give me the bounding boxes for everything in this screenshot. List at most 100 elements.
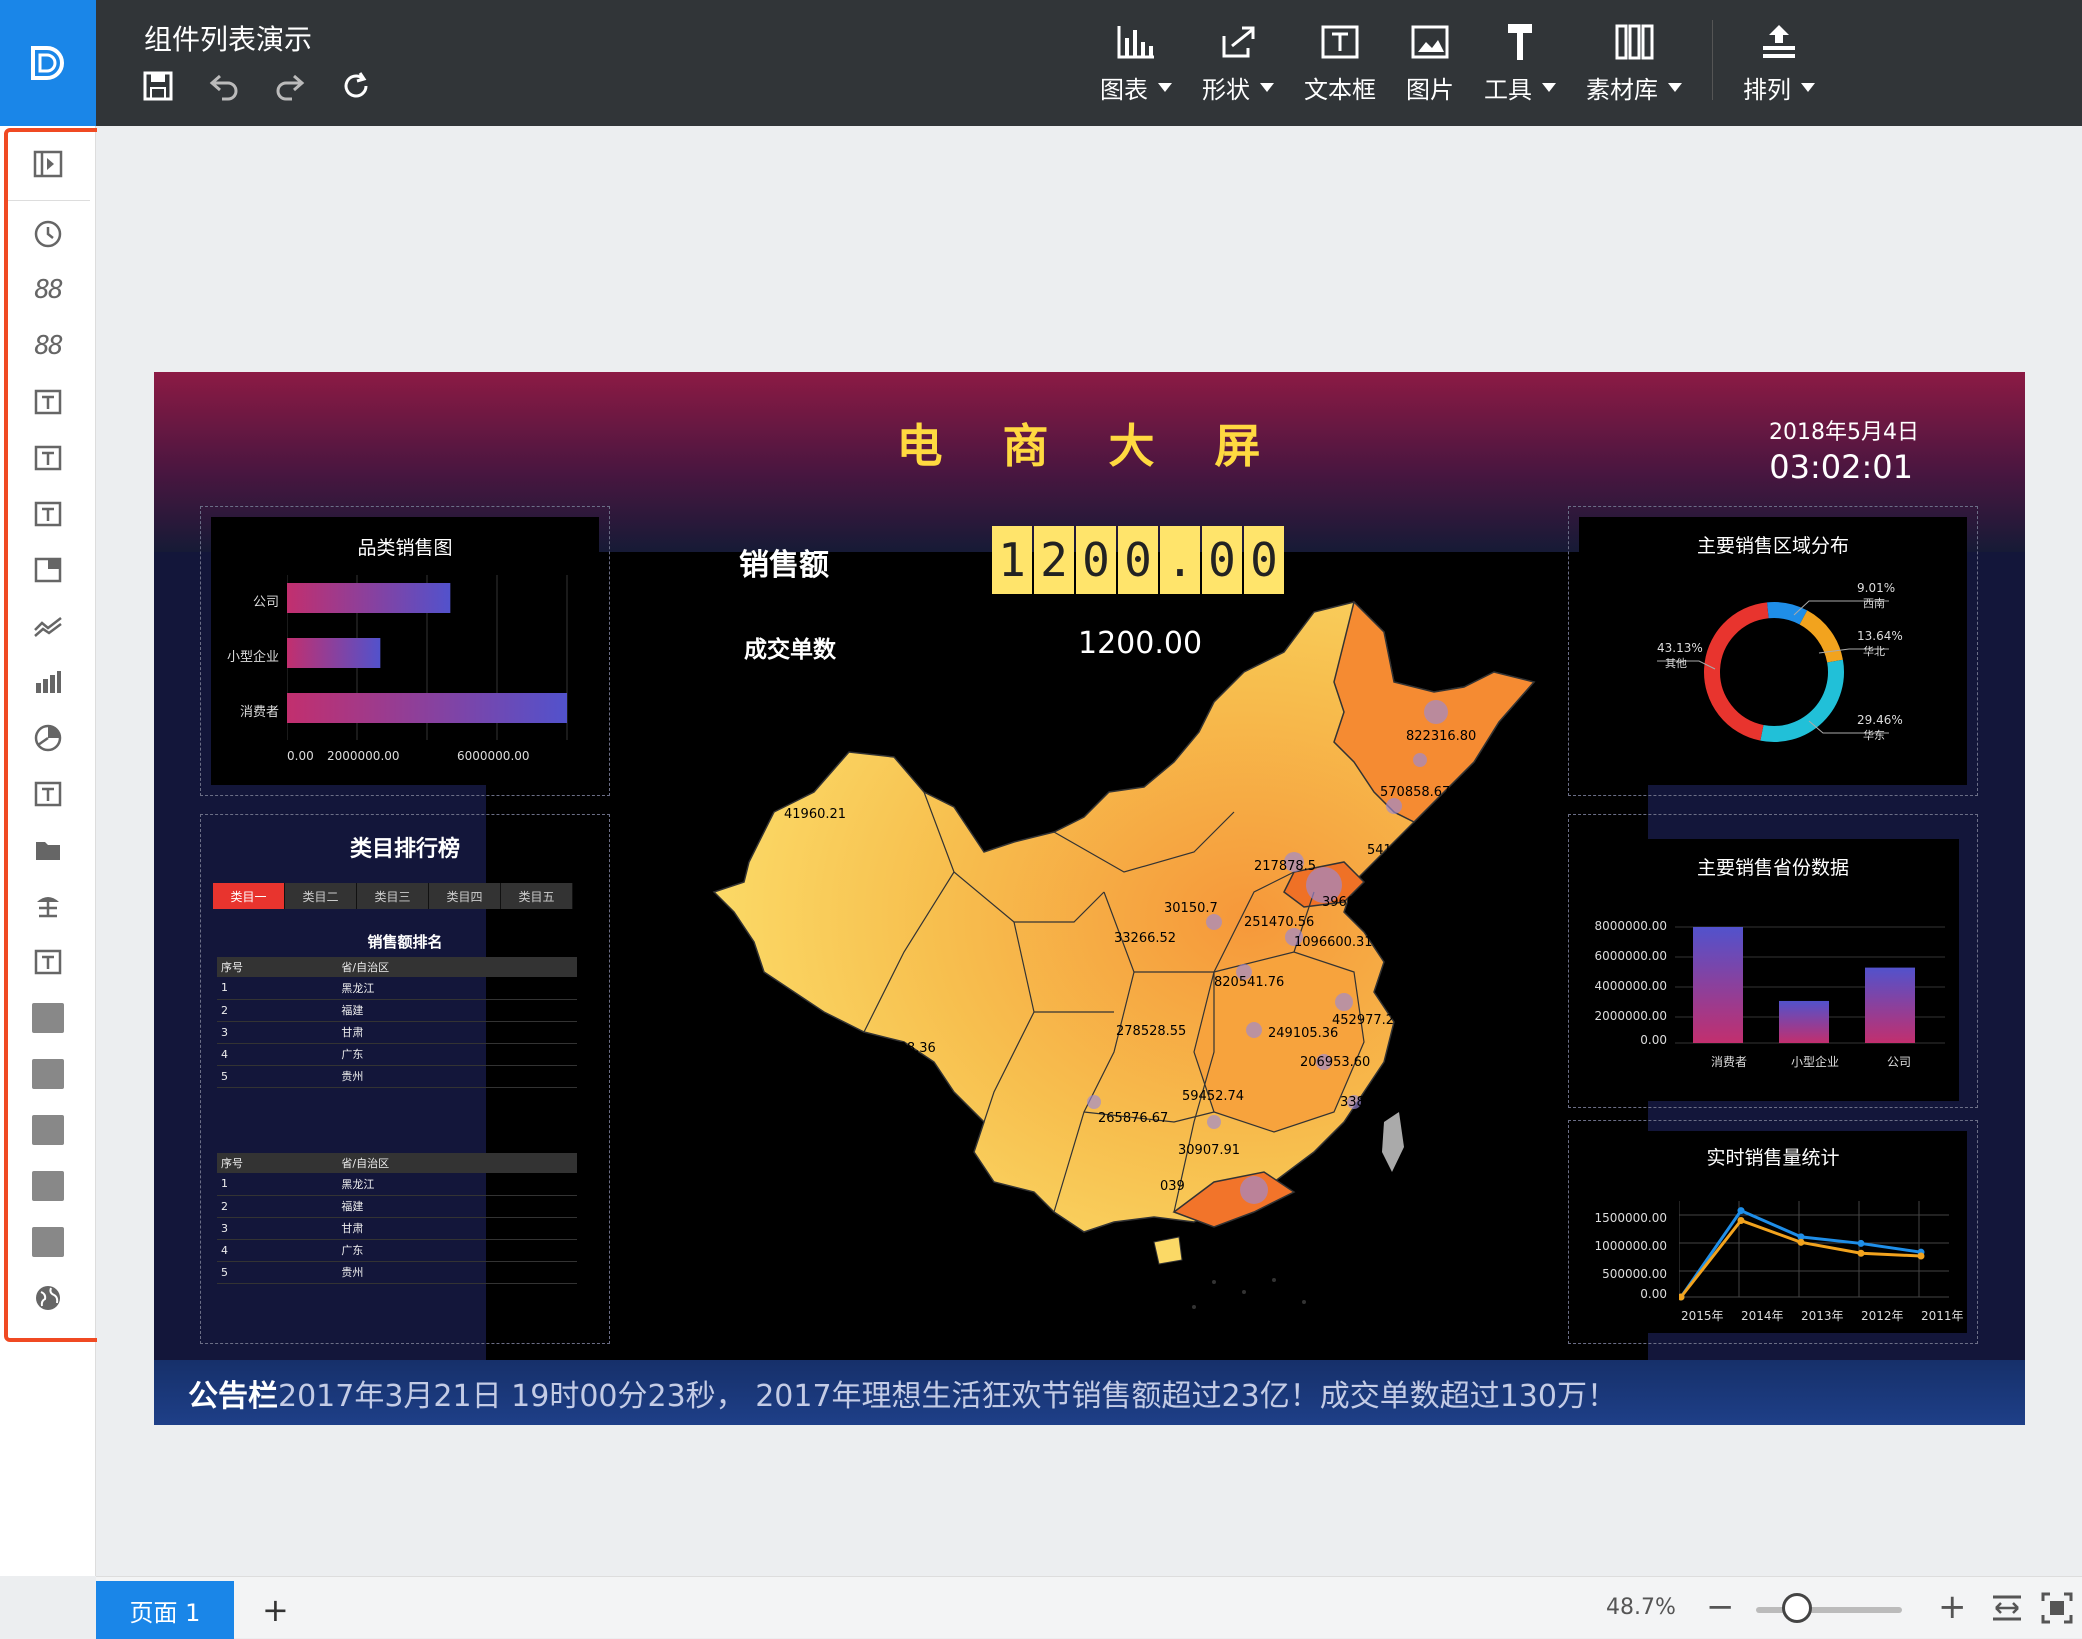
- map-label: 570858.67: [1380, 785, 1450, 800]
- sidebar-item-clock[interactable]: [26, 212, 70, 256]
- sidebar-item-text-4[interactable]: [26, 772, 70, 816]
- textbox-icon: [1321, 25, 1359, 59]
- sidebar-item-text-1[interactable]: [26, 380, 70, 424]
- refresh-button[interactable]: [338, 68, 374, 104]
- library-icon: [1615, 24, 1654, 60]
- counter-digit: 0: [1244, 526, 1284, 594]
- dashboard-board[interactable]: 电 商 大 屏 2018年5月4日 03:02:01 销售额 1 2 0 0 .…: [154, 372, 2025, 1425]
- panel-realtime[interactable]: 实时销售量统计 1500000.00 1000000.00 500000.00 …: [1568, 1120, 1978, 1344]
- tab-category-2[interactable]: 类目二: [285, 883, 357, 909]
- sidebar-item-block-4[interactable]: [26, 1164, 70, 1208]
- fit-width-button[interactable]: [1990, 1593, 2024, 1627]
- zoom-slider[interactable]: [1756, 1607, 1902, 1613]
- sidebar-item-bar-chart[interactable]: [26, 660, 70, 704]
- table-row[interactable]: 4 广东: [217, 1239, 577, 1262]
- tool-tools[interactable]: 工具: [1484, 20, 1556, 105]
- table-row[interactable]: 1 黑龙江: [217, 1173, 577, 1196]
- pie-chart-icon: [34, 724, 62, 752]
- region-donut-chart: [1657, 600, 1889, 742]
- panel-inner: 品类销售图 公司 小型企业 消费者 0.00 2000000.00 600000…: [211, 517, 599, 785]
- sidebar-item-digital-1[interactable]: 88: [26, 268, 70, 312]
- tool-textbox[interactable]: 文本框: [1304, 20, 1376, 105]
- app-logo[interactable]: [0, 0, 96, 126]
- page-tab-1[interactable]: 页面 1: [96, 1581, 234, 1639]
- cell-rank: 1: [217, 1173, 338, 1196]
- sidebar-item-text-3[interactable]: [26, 492, 70, 536]
- tool-chart[interactable]: 图表: [1100, 20, 1172, 105]
- zoom-in-button[interactable]: +: [1938, 1587, 1967, 1627]
- table-row[interactable]: 2 福建: [217, 1195, 577, 1218]
- logo-icon: [31, 46, 64, 80]
- table-row[interactable]: 3 甘肃: [217, 1021, 577, 1044]
- tab-category-4[interactable]: 类目四: [429, 883, 501, 909]
- map-label: 206953.60: [1300, 1055, 1370, 1070]
- sidebar-item-globe[interactable]: [26, 1276, 70, 1320]
- china-map[interactable]: 41960.21 822316.80 570858.67 541213.60 2…: [654, 592, 1634, 1312]
- map-label: 541213.60: [1367, 843, 1437, 858]
- table-row[interactable]: 4 广东: [217, 1043, 577, 1066]
- panel-inner: 主要销售区域分布 9.01% 西南 13.64% 华北 29.46% 华东 43…: [1579, 517, 1967, 785]
- category-tick: 6000000.00: [457, 749, 530, 763]
- sidebar-item-block-5[interactable]: [26, 1220, 70, 1264]
- table-row[interactable]: 2 福建: [217, 999, 577, 1022]
- board-time[interactable]: 03:02:01: [1769, 448, 1913, 486]
- sidebar-item-text-5[interactable]: [26, 940, 70, 984]
- province-bars: [1693, 927, 1915, 1043]
- sales-label[interactable]: 销售额: [739, 540, 829, 584]
- carousel-icon: [37, 897, 59, 918]
- panel-region-dist[interactable]: 主要销售区域分布 9.01% 西南 13.64% 华北 29.46% 华东 43…: [1568, 506, 1978, 796]
- table-row[interactable]: 5 贵州: [217, 1065, 577, 1088]
- app-title: 组件列表演示: [144, 23, 313, 56]
- sidebar-item-block-1[interactable]: [26, 996, 70, 1040]
- tab-category-3[interactable]: 类目三: [357, 883, 429, 909]
- sidebar-item-carousel[interactable]: [26, 884, 70, 928]
- save-button[interactable]: [140, 68, 176, 104]
- panel-ranking[interactable]: 类目排行榜 类目一 类目二 类目三 类目四 类目五 销售额排名 序号 省/自治区 …: [200, 814, 610, 1344]
- sidebar-item-block-2[interactable]: [26, 1052, 70, 1096]
- sales-counter[interactable]: 1 2 0 0 . 0 0: [992, 526, 1284, 594]
- sidebar-collapse-button[interactable]: [26, 142, 70, 186]
- zoom-slider-handle[interactable]: [1782, 1593, 1812, 1623]
- table-row[interactable]: 3 甘肃: [217, 1217, 577, 1240]
- y-tick: 4000000.00: [1594, 979, 1667, 993]
- add-page-button[interactable]: +: [262, 1591, 289, 1629]
- redo-button[interactable]: [272, 68, 308, 104]
- category-bar: [287, 638, 381, 668]
- tab-category-1[interactable]: 类目一: [213, 883, 285, 909]
- zoom-out-button[interactable]: −: [1706, 1587, 1735, 1627]
- tab-category-5[interactable]: 类目五: [501, 883, 573, 909]
- undo-button[interactable]: [206, 68, 242, 104]
- tool-shape[interactable]: 形状: [1202, 20, 1274, 105]
- sidebar-item-frame[interactable]: [26, 548, 70, 592]
- frame-icon: [34, 557, 62, 583]
- tool-library[interactable]: 素材库: [1586, 20, 1682, 105]
- counter-digit: 2: [1034, 526, 1074, 594]
- donut-slice: [1760, 659, 1844, 742]
- sidebar-item-folder[interactable]: [26, 828, 70, 872]
- donut-leader-lines: [1657, 600, 1889, 734]
- tool-image[interactable]: 图片: [1406, 20, 1454, 105]
- undo-icon: [209, 74, 238, 101]
- sidebar-item-block-3[interactable]: [26, 1108, 70, 1152]
- sidebar-item-pie-chart[interactable]: [26, 716, 70, 760]
- panel-province-data[interactable]: 主要销售省份数据 8000000.00 6000000.00 4000000.0…: [1568, 814, 1978, 1108]
- sidebar-divider: [6, 200, 90, 201]
- fit-screen-button[interactable]: [2040, 1591, 2074, 1629]
- board-date[interactable]: 2018年5月4日: [1769, 414, 1919, 446]
- block-icon: [32, 1115, 64, 1145]
- cell-province: 广东: [337, 1239, 577, 1262]
- series-points-orange: [1679, 1216, 1925, 1301]
- map-label: 820541.76: [1214, 975, 1284, 990]
- sidebar-item-text-2[interactable]: [26, 436, 70, 480]
- donut-slice: [1799, 610, 1843, 663]
- table-row[interactable]: 5 贵州: [217, 1261, 577, 1284]
- notice-bar[interactable]: 公告栏 2017年3月21日 19时00分23秒， 2017年理想生活狂欢节销售…: [154, 1360, 2025, 1425]
- top-toolbar: 组件列表演示 图表 形状 文本框 图片 工具 素材库 排列: [0, 0, 2082, 126]
- textbox-icon: [34, 445, 62, 471]
- panel-category-sales[interactable]: 品类销售图 公司 小型企业 消费者 0.00 2000000.00 600000…: [200, 506, 610, 796]
- tool-arrange[interactable]: 排列: [1743, 20, 1815, 105]
- board-title[interactable]: 电 商 大 屏: [154, 410, 2025, 476]
- table-row[interactable]: 1 黑龙江: [217, 977, 577, 1000]
- sidebar-item-line-chart[interactable]: [26, 604, 70, 648]
- sidebar-item-digital-2[interactable]: 88: [26, 324, 70, 368]
